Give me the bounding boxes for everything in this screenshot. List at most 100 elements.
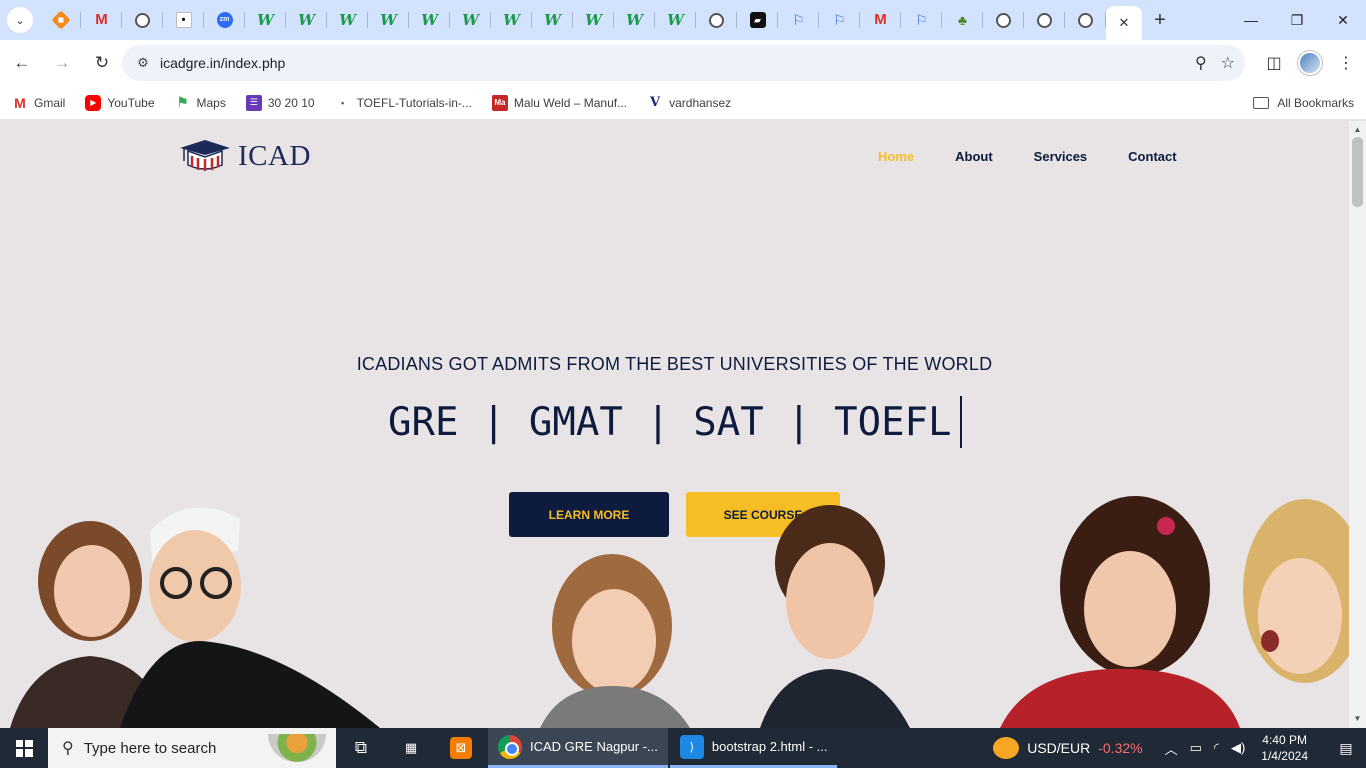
pinned-tab[interactable]: ▰ (737, 0, 778, 40)
scroll-thumb[interactable] (1352, 137, 1363, 207)
task-view-icon[interactable]: ⧉ (336, 728, 386, 768)
bookmark-item[interactable]: Ma Malu Weld – Manuf... (491, 94, 627, 111)
pinned-tab[interactable]: W (573, 0, 614, 40)
currency-widget-icon[interactable] (993, 737, 1020, 759)
start-button[interactable] (0, 728, 48, 768)
taskbar-vscode-task[interactable]: ⟩ bootstrap 2.html - ... (669, 728, 838, 768)
pinned-tab[interactable]: M (860, 0, 901, 40)
windows-taskbar: ⚲ Type here to search ⧉ ▦ ⊠ ICAD GRE Nag… (0, 728, 1366, 768)
bookmark-label: YouTube (107, 95, 155, 110)
reload-button[interactable]: ↻ (84, 45, 120, 81)
calendar-app-icon[interactable]: ▦ (386, 728, 436, 768)
blank-page-icon: • (175, 12, 192, 28)
bookmark-star-icon[interactable]: ☆ (1221, 53, 1235, 73)
notification-icon[interactable]: ▤ (1326, 728, 1366, 768)
w-icon: W (462, 11, 479, 29)
tray-chevron-icon[interactable]: ︿ (1165, 739, 1178, 758)
pinned-tab[interactable]: W (368, 0, 409, 40)
flag-icon: ⚐ (792, 12, 805, 28)
youtube-icon: ▶ (85, 94, 102, 111)
bookmark-item[interactable]: ▶ YouTube (85, 94, 155, 111)
bookmark-item[interactable]: M Gmail (12, 95, 65, 111)
tab-search-button[interactable]: ⌄ (0, 0, 40, 40)
w-icon: W (585, 11, 602, 29)
pinned-tab[interactable]: ♣ (942, 0, 983, 40)
pinned-tab[interactable] (1065, 0, 1106, 40)
pinned-tab[interactable]: ⚐ (901, 0, 942, 40)
bookmark-item[interactable]: ⚑ Maps (175, 94, 226, 111)
pinned-tab[interactable]: ⚐ (778, 0, 819, 40)
w-icon: W (544, 11, 561, 29)
w-icon: W (667, 11, 684, 29)
url-text[interactable]: icadgre.in/index.php (160, 55, 285, 71)
close-window-button[interactable]: ✕ (1320, 0, 1366, 40)
w-icon: W (339, 11, 356, 29)
pinned-tab[interactable]: W (491, 0, 532, 40)
maximize-button[interactable]: ❐ (1274, 0, 1320, 40)
clock[interactable]: 4:40 PM 1/4/2024 (1261, 732, 1308, 764)
tab-strip: ⌄ ◆ M • zm W W W W W W W W W W W ▰ ⚐ ⚐ M ⚐ ♣ ✕ + — ❐ ✕ (0, 0, 1366, 40)
gmail-icon: M (14, 94, 26, 111)
clock-time: 4:40 PM (1262, 733, 1307, 747)
w-icon: W (503, 11, 520, 29)
forward-button[interactable]: → (44, 45, 80, 81)
nav-link-about[interactable]: About (955, 149, 993, 164)
wifi-icon[interactable]: ◜ (1214, 740, 1219, 756)
side-panel-icon[interactable]: ◫ (1262, 53, 1286, 73)
pinned-tab[interactable]: W (245, 0, 286, 40)
all-bookmarks-button[interactable]: All Bookmarks (1253, 86, 1354, 120)
bookmark-item[interactable]: Vvardhansez (647, 95, 731, 111)
green-plant-icon: ♣ (957, 12, 968, 28)
close-tab-icon[interactable]: ✕ (1119, 15, 1130, 31)
pinned-tab[interactable]: W (655, 0, 696, 40)
taskbar-search-box[interactable]: ⚲ Type here to search (48, 728, 336, 768)
search-placeholder: Type here to search (83, 739, 217, 757)
minimize-button[interactable]: — (1228, 0, 1274, 40)
taskbar-chrome-task[interactable]: ICAD GRE Nagpur -... (488, 728, 668, 768)
pinned-tab[interactable]: W (450, 0, 491, 40)
hero-title: GRE | GMAT | SAT | TOEFL (388, 396, 962, 448)
flag-icon: ⚐ (915, 12, 928, 28)
scroll-up-icon[interactable]: ▲ (1349, 123, 1366, 137)
pinned-tab[interactable]: W (532, 0, 573, 40)
pinned-tab[interactable] (122, 0, 163, 40)
hero-subtitle: ICADIANS GOT ADMITS FROM THE BEST UNIVER… (356, 354, 993, 374)
folder-icon (1253, 97, 1270, 109)
pinned-tab[interactable]: zm (204, 0, 245, 40)
maps-icon: ⚑ (176, 94, 189, 110)
pinned-tab[interactable]: M (81, 0, 122, 40)
battery-icon[interactable]: ▭ (1190, 740, 1202, 756)
pinned-tab[interactable]: ◆ (40, 0, 81, 40)
nav-link-services[interactable]: Services (1034, 149, 1088, 164)
pinned-tab[interactable]: W (409, 0, 450, 40)
back-button[interactable]: ← (4, 45, 40, 81)
xampp-icon[interactable]: ⊠ (436, 728, 486, 768)
currency-pair[interactable]: USD/EUR (1027, 740, 1090, 756)
pinned-tab[interactable]: ⚐ (819, 0, 860, 40)
nav-link-contact[interactable]: Contact (1128, 149, 1176, 164)
address-bar[interactable]: ⚙ icadgre.in/index.php ⚲ ☆ (122, 45, 1245, 81)
site-info-icon[interactable]: ⚙ (128, 55, 158, 71)
page-scrollbar[interactable]: ▲ ▼ (1349, 121, 1366, 728)
hero-title-text: GRE | GMAT | SAT | TOEFL (388, 399, 952, 445)
bookmark-item[interactable]: ☰ 30 20 10 (245, 94, 315, 111)
site-logo[interactable]: ICAD (178, 139, 311, 173)
pinned-tab[interactable]: • (163, 0, 204, 40)
zoom-icon[interactable]: ⚲ (1195, 53, 1207, 73)
nav-link-home[interactable]: Home (878, 149, 914, 164)
pinned-tab[interactable] (1024, 0, 1065, 40)
scroll-down-icon[interactable]: ▼ (1349, 712, 1366, 726)
pinned-tab[interactable]: W (286, 0, 327, 40)
currency-change[interactable]: -0.32% (1098, 740, 1142, 756)
profile-avatar[interactable] (1298, 51, 1322, 75)
new-tab-button[interactable]: + (1142, 0, 1178, 40)
pinned-tab[interactable] (696, 0, 737, 40)
menu-icon[interactable]: ⋮ (1334, 53, 1358, 73)
pinned-tab[interactable] (983, 0, 1024, 40)
w-icon: W (626, 11, 643, 29)
active-tab[interactable]: ✕ (1106, 6, 1142, 40)
bookmark-item[interactable]: • TOEFL-Tutorials-in-... (335, 95, 472, 111)
pinned-tab[interactable]: W (327, 0, 368, 40)
pinned-tab[interactable]: W (614, 0, 655, 40)
volume-icon[interactable]: ◀) (1231, 740, 1245, 756)
